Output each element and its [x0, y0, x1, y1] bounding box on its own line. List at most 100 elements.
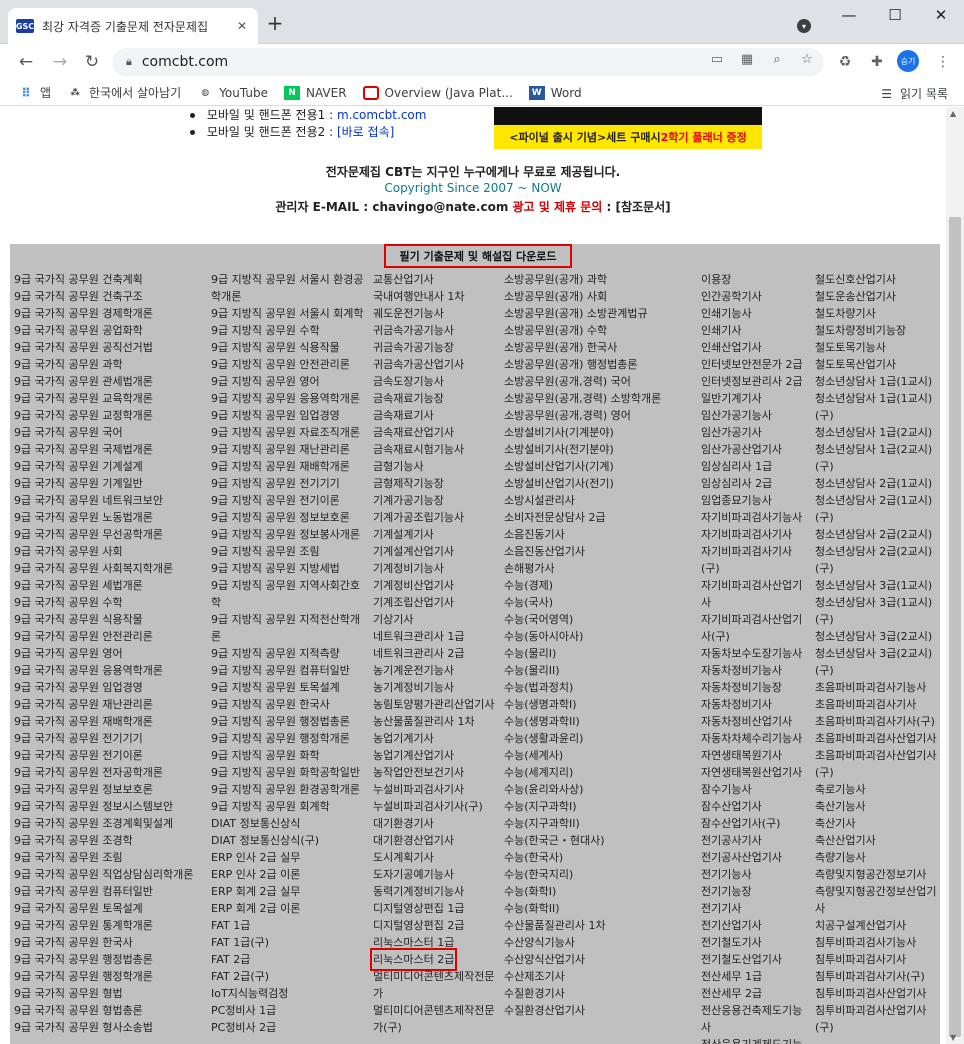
- exam-link[interactable]: 기계가공기능장: [373, 492, 498, 509]
- exam-link[interactable]: 소음진동산업기사: [504, 543, 694, 560]
- recycle-extension-icon[interactable]: ♻: [836, 54, 854, 70]
- exam-link[interactable]: ERP 회계 2급 실무: [211, 883, 366, 900]
- minimize-icon[interactable]: —: [826, 6, 872, 24]
- exam-link[interactable]: 9급 국가직 공무원 노동법개론: [14, 509, 204, 526]
- exam-link[interactable]: 잠수기능사: [701, 781, 809, 798]
- exam-link[interactable]: 9급 지방직 공무원 재난관리론: [211, 441, 366, 458]
- exam-link[interactable]: 청소년상담사 2급(2교시): [815, 526, 937, 543]
- exam-link[interactable]: 기계설계산업기사: [373, 543, 498, 560]
- exam-link[interactable]: 침투비파괴검사기사(구): [815, 968, 937, 985]
- exam-link[interactable]: 수능(생명과학I): [504, 696, 694, 713]
- qr-icon[interactable]: ▦: [738, 52, 756, 67]
- ad-inquiry-link[interactable]: 광고 및 제휴 문의: [513, 200, 603, 214]
- exam-link[interactable]: 수능(지구과학I): [504, 798, 694, 815]
- exam-link[interactable]: 기계가공조립기능사: [373, 509, 498, 526]
- exam-link[interactable]: 9급 국가직 공무원 정보보호론: [14, 781, 204, 798]
- exam-link[interactable]: 청소년상담사 2급(1교시): [815, 475, 937, 492]
- exam-link[interactable]: 9급 국가직 공무원 형법: [14, 985, 204, 1002]
- exam-link[interactable]: 교통산업기사: [373, 271, 498, 288]
- page-scrollbar[interactable]: ▲ ▼: [946, 107, 964, 1044]
- exam-link[interactable]: 수능(한국근・현대사): [504, 832, 694, 849]
- exam-link[interactable]: 금형제작기능장: [373, 475, 498, 492]
- exam-link[interactable]: 청소년상담사 3급(2교시)(구): [815, 645, 937, 679]
- exam-link[interactable]: 기계설계기사: [373, 526, 498, 543]
- exam-link[interactable]: 자동차차체수리기능사: [701, 730, 809, 747]
- exam-link[interactable]: 수능(국어영역): [504, 611, 694, 628]
- exam-link[interactable]: 소방공무원(공개,경력) 소방학개론: [504, 390, 694, 407]
- exam-link[interactable]: 자동차정비산업기사: [701, 713, 809, 730]
- exam-link[interactable]: 9급 국가직 공무원 사회: [14, 543, 204, 560]
- exam-link[interactable]: 9급 국가직 공무원 기계설계: [14, 458, 204, 475]
- exam-link[interactable]: 9급 지방직 공무원 식용작물: [211, 339, 366, 356]
- exam-link[interactable]: 소방공무원(공개,경력) 영어: [504, 407, 694, 424]
- exam-link[interactable]: 9급 국가직 공무원 행정법총론: [14, 951, 204, 968]
- exam-link[interactable]: 손해평가사: [504, 560, 694, 577]
- exam-link[interactable]: 누설비파괴검사기사(구): [373, 798, 498, 815]
- exam-link[interactable]: 임산가공산업기사: [701, 441, 809, 458]
- exam-link[interactable]: 9급 국가직 공무원 조경계획및설계: [14, 815, 204, 832]
- exam-link[interactable]: 9급 국가직 공무원 응용역학개론: [14, 662, 204, 679]
- exam-link[interactable]: 전산세무 1급: [701, 968, 809, 985]
- exam-link[interactable]: 누설비파괴검사기사: [373, 781, 498, 798]
- exam-link[interactable]: 9급 국가직 공무원 영어: [14, 645, 204, 662]
- back-icon[interactable]: ←: [14, 50, 38, 74]
- exam-link[interactable]: 자기비파괴검사산업기사: [701, 577, 809, 611]
- exam-link[interactable]: 9급 지방직 공무원 전기이론: [211, 492, 366, 509]
- exam-link[interactable]: 9급 지방직 공무원 컴퓨터일반: [211, 662, 366, 679]
- exam-link[interactable]: 인터넷정보관리사 2급: [701, 373, 809, 390]
- exam-link[interactable]: 디지털영상편집 1급: [373, 900, 498, 917]
- exam-link[interactable]: 수산제조기사: [504, 968, 694, 985]
- exam-link[interactable]: 자연생태복원산업기사: [701, 764, 809, 781]
- exam-link[interactable]: 전기공사기사: [701, 832, 809, 849]
- exam-link[interactable]: 9급 지방직 공무원 자료조직개론: [211, 424, 366, 441]
- exam-link[interactable]: 9급 지방직 공무원 서울시 회계학: [211, 305, 366, 322]
- exam-link[interactable]: 9급 지방직 공무원 안전관리론: [211, 356, 366, 373]
- exam-link[interactable]: 임상심리사 1급: [701, 458, 809, 475]
- exam-link[interactable]: 농림토양평가관리산업기사: [373, 696, 498, 713]
- exam-link[interactable]: 수능(생활과윤리): [504, 730, 694, 747]
- exam-link[interactable]: 수산물품질관리사 1차: [504, 917, 694, 934]
- exam-link[interactable]: 초음파비파괴검사기사: [815, 696, 937, 713]
- forward-icon[interactable]: →: [48, 50, 72, 74]
- exam-link[interactable]: 전기철도산업기사: [701, 951, 809, 968]
- exam-link[interactable]: 금속재료기사: [373, 407, 498, 424]
- exam-link[interactable]: 일반기계기사: [701, 390, 809, 407]
- exam-link[interactable]: 9급 지방직 공무원 정보보호론: [211, 509, 366, 526]
- exam-link[interactable]: 인쇄산업기사: [701, 339, 809, 356]
- exam-link[interactable]: 9급 국가직 공무원 조림: [14, 849, 204, 866]
- exam-link[interactable]: 소방공무원(공개) 과학: [504, 271, 694, 288]
- cast-icon[interactable]: ▭: [708, 52, 726, 67]
- exam-link[interactable]: 소방공무원(공개,경력) 국어: [504, 373, 694, 390]
- exam-link[interactable]: 9급 지방직 공무원 지역사회간호학: [211, 577, 366, 611]
- profile-avatar[interactable]: 승기: [897, 50, 919, 72]
- exam-link[interactable]: 수산양식기능사: [504, 934, 694, 951]
- exam-link[interactable]: 수능(화학II): [504, 900, 694, 917]
- exam-link[interactable]: 농산물품질관리사 1차: [373, 713, 498, 730]
- exam-link[interactable]: 9급 지방직 공무원 재배학개론: [211, 458, 366, 475]
- exam-link[interactable]: 자기비파괴검사산업기사(구): [701, 611, 809, 645]
- exam-link[interactable]: 청소년상담사 3급(1교시)(구): [815, 594, 937, 628]
- exam-link[interactable]: 기계조립산업기사: [373, 594, 498, 611]
- exam-link[interactable]: DIAT 정보통신상식: [211, 815, 366, 832]
- close-window-icon[interactable]: ✕: [918, 6, 964, 24]
- bookmark-java[interactable]: Overview (Java Plat...: [362, 85, 513, 100]
- new-tab-button[interactable]: +: [264, 13, 286, 35]
- exam-link[interactable]: 9급 국가직 공무원 형법총론: [14, 1002, 204, 1019]
- bookmark-word[interactable]: W Word: [528, 85, 582, 100]
- exam-link[interactable]: 9급 지방직 공무원 화학공학일반: [211, 764, 366, 781]
- exam-link[interactable]: 귀금속가공산업기사: [373, 356, 498, 373]
- exam-link[interactable]: 소방설비기사(전기분야): [504, 441, 694, 458]
- exam-link[interactable]: 도자기공예기능사: [373, 866, 498, 883]
- exam-link[interactable]: 축로기능사: [815, 781, 937, 798]
- exam-link[interactable]: 9급 지방직 공무원 회계학: [211, 798, 366, 815]
- reference-doc-link[interactable]: : [참조문서]: [602, 200, 671, 214]
- exam-link[interactable]: 9급 국가직 공무원 조경학: [14, 832, 204, 849]
- exam-link[interactable]: 9급 국가직 공무원 기계일반: [14, 475, 204, 492]
- exam-link[interactable]: IoT지식능력검정: [211, 985, 366, 1002]
- exam-link[interactable]: FAT 2급(구): [211, 968, 366, 985]
- exam-link[interactable]: 9급 국가직 공무원 컴퓨터일반: [14, 883, 204, 900]
- exam-link[interactable]: 청소년상담사 1급(1교시)(구): [815, 390, 937, 424]
- exam-link[interactable]: 수능(생명과학II): [504, 713, 694, 730]
- reload-icon[interactable]: ↻: [80, 50, 104, 74]
- exam-link[interactable]: 자기비파괴검사기사(구): [701, 543, 809, 577]
